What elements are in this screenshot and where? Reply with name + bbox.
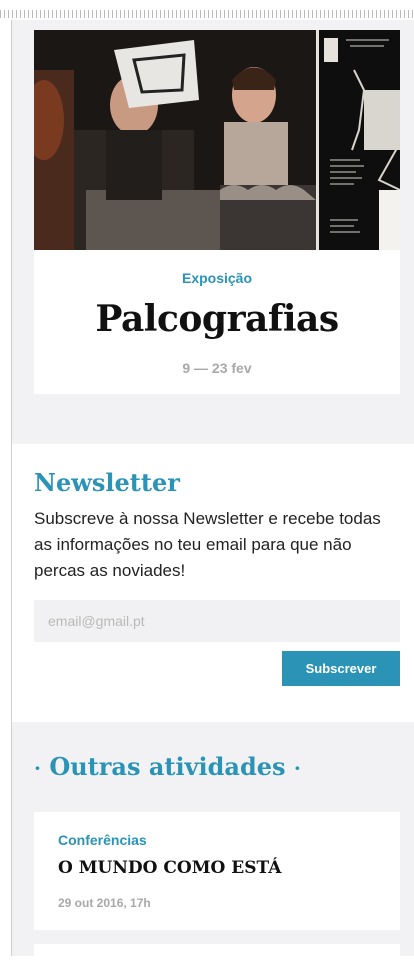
activity-card[interactable]: Conferências O MUNDO COMO ESTÁ 29 out 20… [34, 812, 400, 930]
newsletter-section: Newsletter Subscreve à nossa Newsletter … [12, 444, 414, 722]
title-dot-left: · [34, 756, 41, 780]
top-ruler [0, 0, 414, 20]
event-title[interactable]: Palcografias [34, 298, 400, 340]
subscribe-button[interactable]: Subscrever [282, 651, 400, 686]
event-dates: 9 — 23 fev [182, 360, 252, 376]
featured-event-section: Exposição Palcografias 9 — 23 fev [12, 20, 414, 444]
activity-category: Conferências [58, 832, 147, 848]
newsletter-title: Newsletter [34, 468, 180, 497]
event-card[interactable]: Exposição Palcografias 9 — 23 fev [34, 30, 400, 394]
activity-date: 29 out 2016, 17h [58, 896, 151, 910]
activity-title[interactable]: O MUNDO COMO ESTÁ [58, 858, 281, 878]
email-input[interactable] [34, 600, 400, 642]
event-image [34, 30, 400, 250]
title-dot-right: · [293, 756, 301, 780]
event-photo-illustration [34, 30, 400, 250]
other-activities-title: · Outras atividades · [34, 752, 301, 781]
other-activities-section: · Outras atividades · Conferências O MUN… [12, 722, 414, 974]
newsletter-description: Subscreve à nossa Newsletter e recebe to… [34, 509, 381, 580]
event-category: Exposição [181, 270, 253, 286]
other-activities-title-text: Outras atividades [49, 752, 286, 781]
activity-card-next[interactable] [34, 944, 400, 974]
